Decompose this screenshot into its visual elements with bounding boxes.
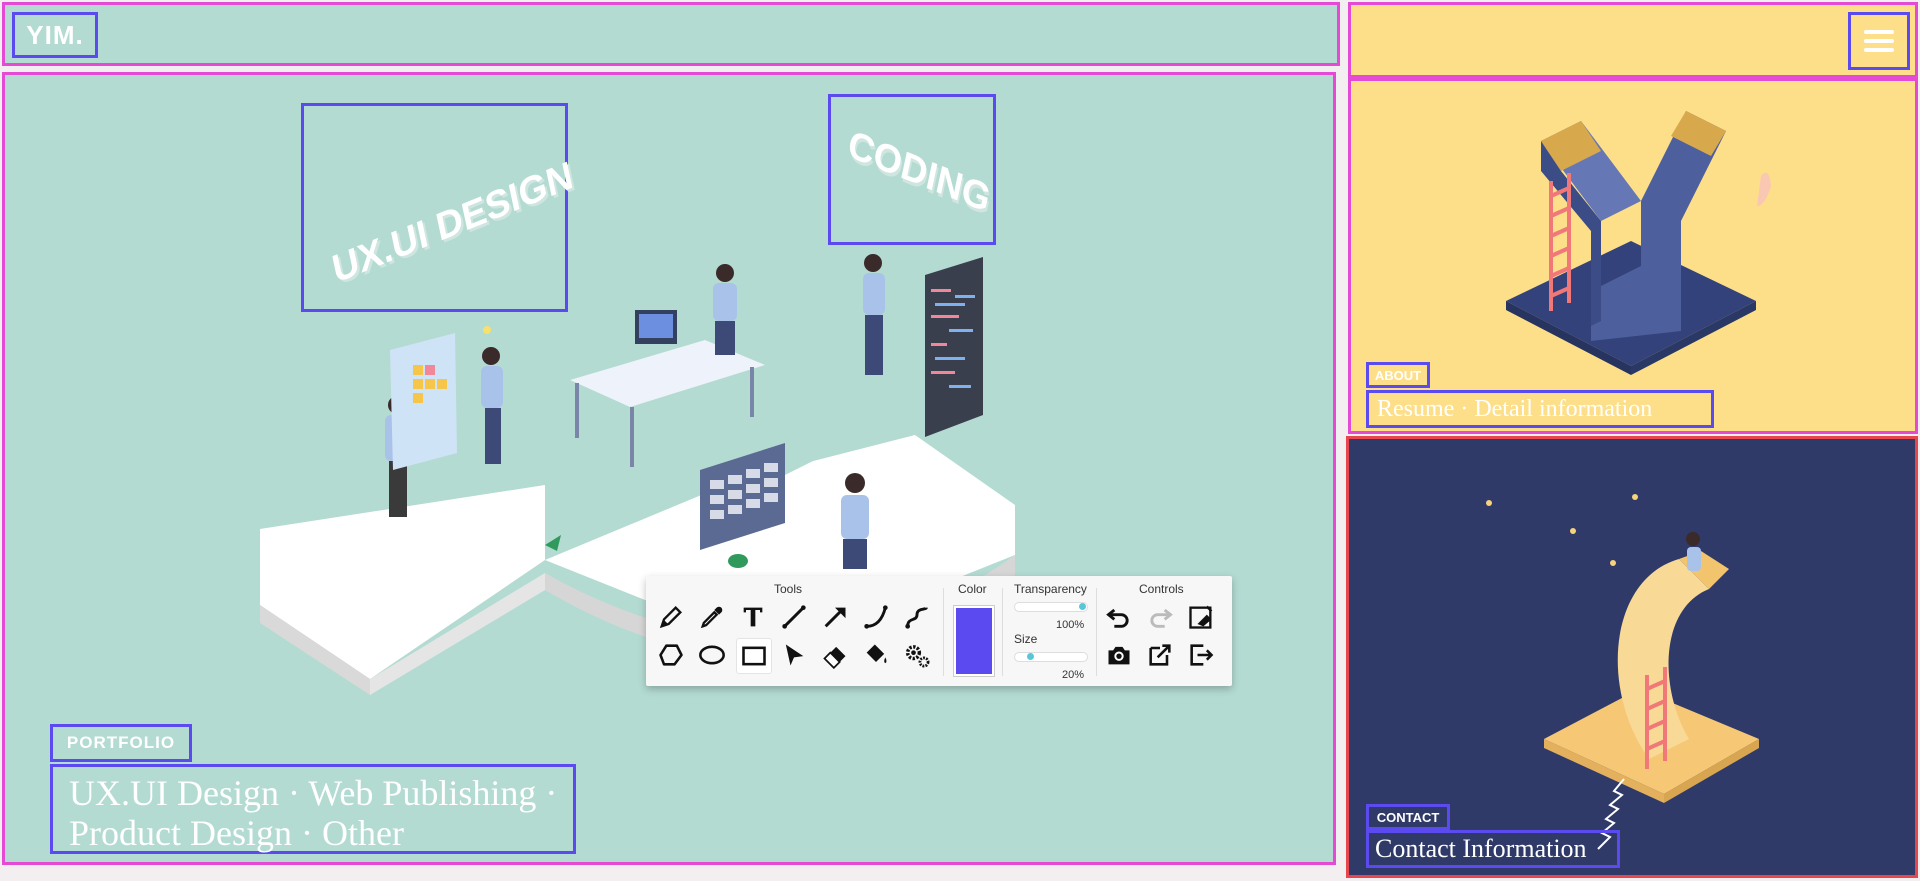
- transparency-title: Transparency: [1014, 582, 1087, 596]
- contact-description[interactable]: Contact Information: [1366, 830, 1620, 868]
- select-tool[interactable]: [777, 638, 811, 672]
- portfolio-illustration: [260, 254, 1015, 695]
- ellipse-icon: [699, 645, 725, 665]
- toolbar-divider: [1002, 588, 1003, 676]
- right-header-bar: [1348, 2, 1918, 78]
- about-panel[interactable]: [1348, 78, 1918, 434]
- tools-title: Tools: [774, 582, 803, 596]
- left-header-bar: [2, 2, 1340, 66]
- color-swatch-button[interactable]: [954, 606, 994, 676]
- clear-icon: [1189, 605, 1213, 629]
- eyedropper-icon: [700, 606, 723, 629]
- pencil-icon: [659, 606, 682, 629]
- uxui-design-label-box: UX.UI DESIGN: [301, 103, 577, 312]
- screenshot-button[interactable]: [1102, 638, 1136, 672]
- about-illustration: [1506, 111, 1771, 375]
- exit-icon: [1190, 644, 1214, 666]
- color-title: Color: [958, 582, 987, 596]
- arrow-tool[interactable]: [818, 600, 852, 634]
- size-title: Size: [1014, 632, 1038, 646]
- rectangle-icon: [742, 646, 766, 666]
- lasso-icon: [659, 644, 683, 666]
- camera-icon: [1108, 646, 1130, 665]
- hamburger-menu-button[interactable]: [1848, 12, 1910, 70]
- clear-button[interactable]: [1184, 600, 1218, 634]
- text-icon: [743, 607, 763, 627]
- line-tool[interactable]: [777, 600, 811, 634]
- size-slider[interactable]: [1014, 652, 1088, 662]
- redo-button[interactable]: [1143, 600, 1177, 634]
- settings-tool[interactable]: [900, 638, 934, 672]
- line-icon: [782, 605, 806, 629]
- freehand-curve-tool[interactable]: [900, 600, 934, 634]
- toolbar-divider: [943, 588, 944, 676]
- pencil-tool[interactable]: [654, 600, 688, 634]
- undo-button[interactable]: [1102, 600, 1136, 634]
- fill-bucket-tool[interactable]: [859, 638, 893, 672]
- hamburger-icon: [1864, 30, 1894, 52]
- size-value: 20%: [1062, 669, 1085, 681]
- settings-icon: [905, 645, 930, 668]
- drawing-toolbar: Tools Color Transparency Controls 100% S…: [646, 576, 1232, 686]
- select-icon: [785, 644, 804, 666]
- export-icon: [1149, 644, 1171, 666]
- logo-link[interactable]: YIM.: [12, 12, 98, 58]
- toolbar-divider: [1096, 588, 1097, 676]
- export-button[interactable]: [1143, 638, 1177, 672]
- curve-icon: [864, 605, 888, 629]
- portfolio-panel[interactable]: UX.UI DESIGN CODING: [2, 72, 1336, 865]
- contact-badge[interactable]: CONTACT: [1366, 804, 1450, 830]
- transparency-value: 100%: [1056, 619, 1085, 631]
- portfolio-description[interactable]: UX.UI Design · Web Publishing · Product …: [50, 764, 576, 854]
- coding-label-box: CODING: [828, 94, 996, 245]
- transparency-slider[interactable]: [1014, 602, 1088, 612]
- coding-sign: CODING: [844, 122, 995, 222]
- about-badge[interactable]: ABOUT: [1366, 362, 1430, 388]
- rectangle-tool[interactable]: [736, 638, 772, 674]
- redo-icon: [1150, 608, 1173, 628]
- eyedropper-tool[interactable]: [695, 600, 729, 634]
- uxui-design-sign: UX.UI DESIGN: [328, 153, 577, 293]
- eraser-icon: [823, 646, 846, 669]
- controls-title: Controls: [1139, 582, 1184, 596]
- exit-button[interactable]: [1184, 638, 1218, 672]
- about-description[interactable]: Resume · Detail information: [1366, 390, 1714, 428]
- freehand-curve-icon: [905, 606, 928, 629]
- eraser-tool[interactable]: [818, 638, 852, 672]
- curve-tool[interactable]: [859, 600, 893, 634]
- transparency-slider-knob[interactable]: [1079, 603, 1086, 610]
- ellipse-tool[interactable]: [695, 638, 729, 672]
- size-slider-knob[interactable]: [1027, 653, 1034, 660]
- arrow-icon: [824, 607, 846, 628]
- text-tool[interactable]: [736, 600, 770, 634]
- undo-icon: [1106, 608, 1129, 628]
- fill-bucket-icon: [866, 644, 887, 664]
- portfolio-badge[interactable]: PORTFOLIO: [50, 724, 192, 762]
- lasso-tool[interactable]: [654, 638, 688, 672]
